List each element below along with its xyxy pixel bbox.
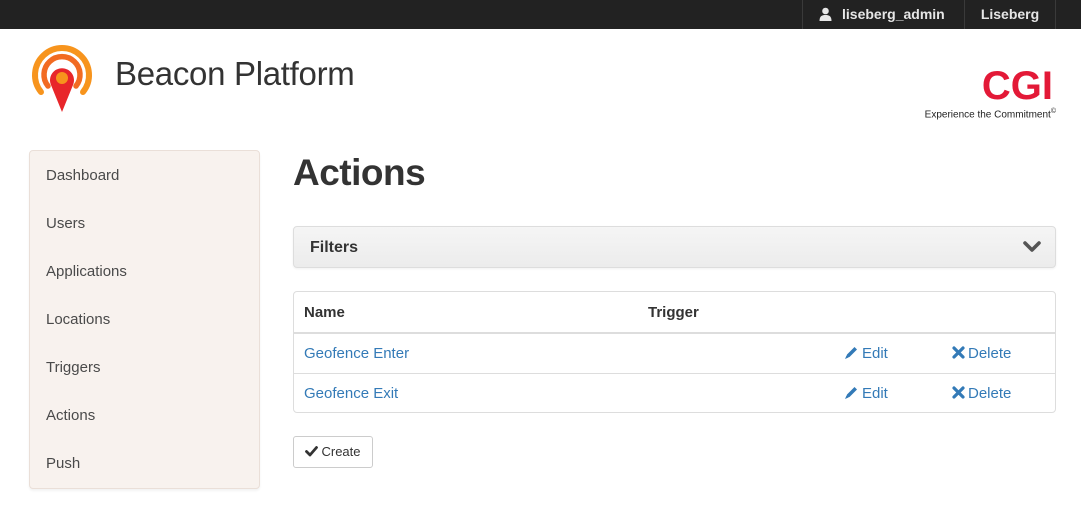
pencil-icon xyxy=(845,387,857,400)
cgi-logo: CGI xyxy=(981,64,1053,108)
brand-title: Beacon Platform xyxy=(115,55,355,92)
sidebar-item-locations[interactable]: Locations xyxy=(46,311,110,328)
column-header-name: Name xyxy=(304,304,345,321)
table-row: Geofence Exit Edit Delete xyxy=(294,373,1055,413)
create-label: Create xyxy=(321,444,361,459)
delete-label: Delete xyxy=(968,385,1012,402)
copyright-mark: © xyxy=(1050,108,1056,115)
action-name-link[interactable]: Geofence Enter xyxy=(304,345,409,362)
sidebar-item-actions[interactable]: Actions xyxy=(46,407,95,424)
tenant-label: Liseberg xyxy=(980,6,1040,22)
top-navbar: liseberg_admin Liseberg xyxy=(0,0,1081,29)
delete-button[interactable]: Delete xyxy=(952,345,1011,362)
sidebar-item-triggers[interactable]: Triggers xyxy=(46,359,100,376)
sidebar-item-dashboard[interactable]: Dashboard xyxy=(46,167,119,184)
sidebar-item-users[interactable]: Users xyxy=(46,215,85,232)
edit-label: Edit xyxy=(862,385,888,402)
checkmark-icon xyxy=(305,446,319,457)
edit-button[interactable]: Edit xyxy=(844,385,888,402)
username-label: liseberg_admin xyxy=(842,6,945,22)
user-menu[interactable]: liseberg_admin xyxy=(802,0,964,29)
cgi-tagline-text: Experience the Commitment xyxy=(924,109,1051,121)
edit-button[interactable]: Edit xyxy=(844,345,888,362)
actions-table: Name Trigger Geofence Enter Edit Delete … xyxy=(293,291,1056,413)
close-icon xyxy=(952,346,965,359)
delete-button[interactable]: Delete xyxy=(952,385,1011,402)
close-icon xyxy=(952,386,965,399)
tenant-menu[interactable]: Liseberg xyxy=(964,0,1056,29)
column-header-trigger: Trigger xyxy=(648,304,699,321)
create-button[interactable]: Create xyxy=(293,436,373,468)
action-name-link[interactable]: Geofence Exit xyxy=(304,385,398,402)
pencil-icon xyxy=(845,347,857,360)
table-row: Geofence Enter Edit Delete xyxy=(294,332,1055,372)
user-icon xyxy=(819,7,832,21)
sidebar-item-applications[interactable]: Applications xyxy=(46,263,127,280)
filters-panel-header[interactable]: Filters xyxy=(293,226,1056,268)
delete-label: Delete xyxy=(968,345,1012,362)
page-title: Actions xyxy=(293,152,426,193)
sidebar-item-push[interactable]: Push xyxy=(46,455,80,472)
edit-label: Edit xyxy=(862,345,888,362)
beacon-location-pin-icon xyxy=(32,45,92,112)
filters-title: Filters xyxy=(310,239,359,256)
sidebar-nav: Dashboard Users Applications Locations T… xyxy=(29,150,260,489)
cgi-tagline: Experience the Commitment© xyxy=(925,108,1056,120)
chevron-down-icon[interactable] xyxy=(1023,240,1041,254)
